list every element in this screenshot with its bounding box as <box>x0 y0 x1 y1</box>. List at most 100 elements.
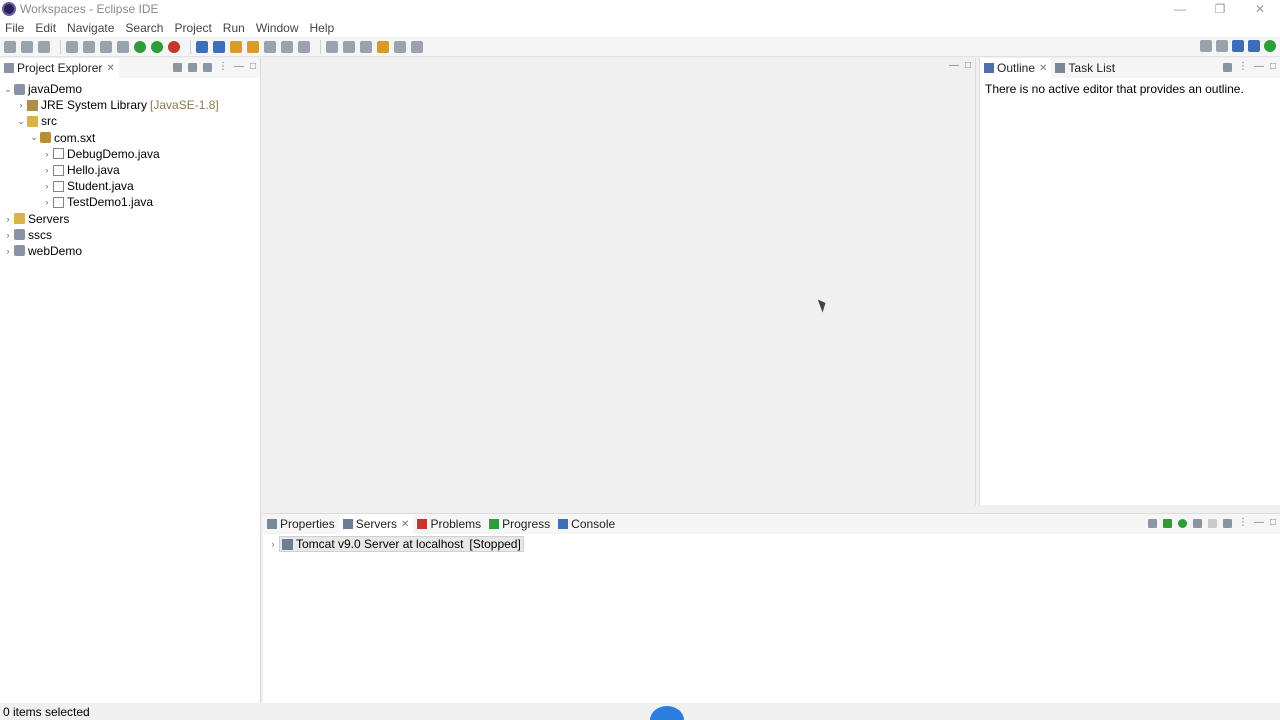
tab-problems[interactable]: Problems <box>413 514 485 534</box>
server-entry[interactable]: Tomcat v9.0 Server at localhost [Stopped… <box>279 536 524 552</box>
view-menu-icon[interactable]: ⋮ <box>218 61 228 73</box>
focus-icon[interactable] <box>1222 62 1232 72</box>
coverage-icon[interactable] <box>151 40 163 53</box>
last-edit-icon[interactable] <box>360 40 372 53</box>
new-class-icon[interactable] <box>230 40 242 53</box>
run-icon[interactable] <box>134 40 146 53</box>
project-tree: ⌄ javaDemo › JRE System Library [JavaSE-1.8]… <box>0 78 260 259</box>
globe-icon[interactable] <box>281 40 293 53</box>
tree-item[interactable]: › sscs <box>0 227 260 243</box>
new-icon[interactable] <box>4 40 16 53</box>
close-icon[interactable]: ✕ <box>401 519 409 530</box>
tab-outline[interactable]: Outline ✕ <box>980 58 1052 78</box>
editor-area-controls: — □ <box>943 60 971 72</box>
open-perspective-icon[interactable] <box>1216 40 1228 52</box>
debug-icon[interactable] <box>117 40 129 53</box>
tree-item[interactable]: ⌄ com.sxt <box>0 130 260 146</box>
filter-icon[interactable] <box>202 62 212 72</box>
tree-item[interactable]: › DebugDemo.java <box>0 146 260 162</box>
minimize-icon[interactable]: — <box>1254 517 1264 529</box>
view-menu-icon[interactable]: ⋮ <box>1238 61 1248 73</box>
pin-editor-icon[interactable] <box>411 40 423 53</box>
close-icon[interactable]: ✕ <box>1039 63 1047 74</box>
menu-run[interactable]: Run <box>223 21 245 35</box>
prev-annotation-icon[interactable] <box>343 40 355 53</box>
chevron-right-icon[interactable]: › <box>2 214 14 224</box>
chevron-right-icon[interactable]: › <box>267 539 279 549</box>
menu-edit[interactable]: Edit <box>35 21 56 35</box>
menu-window[interactable]: Window <box>256 21 299 35</box>
back-icon[interactable] <box>377 40 389 53</box>
link-with-editor-icon[interactable] <box>187 62 197 72</box>
server-icon[interactable] <box>298 40 310 53</box>
menu-navigate[interactable]: Navigate <box>67 21 114 35</box>
chevron-right-icon[interactable]: › <box>41 181 53 191</box>
start-server-icon[interactable] <box>1177 518 1187 528</box>
tree-item[interactable]: › Student.java <box>0 178 260 194</box>
maximize-icon[interactable]: □ <box>1270 61 1276 73</box>
debug-perspective-icon[interactable] <box>1264 40 1276 52</box>
search-toolbar-icon[interactable] <box>264 40 276 53</box>
skip-breakpoints-icon[interactable] <box>100 40 112 53</box>
forward-icon[interactable] <box>394 40 406 53</box>
profile-server-icon[interactable] <box>1192 518 1202 528</box>
chevron-right-icon[interactable]: › <box>41 165 53 175</box>
print-icon[interactable] <box>66 40 78 53</box>
save-all-icon[interactable] <box>38 40 50 53</box>
maximize-icon[interactable]: □ <box>1270 517 1276 529</box>
tree-item[interactable]: › Servers <box>0 211 260 227</box>
tree-item[interactable]: › webDemo <box>0 243 260 259</box>
tree-item[interactable]: › JRE System Library [JavaSE-1.8] <box>0 97 260 113</box>
minimize-button[interactable]: — <box>1160 0 1200 18</box>
tab-project-explorer[interactable]: Project Explorer ✕ <box>0 58 119 78</box>
outline-tab-label: Outline <box>997 61 1036 75</box>
new-package-icon[interactable] <box>213 40 225 53</box>
tab-console[interactable]: Console <box>554 514 619 534</box>
chevron-right-icon[interactable]: › <box>2 246 14 256</box>
tab-servers[interactable]: Servers ✕ <box>338 514 414 534</box>
server-name: Tomcat v9.0 Server at localhost <box>296 537 464 551</box>
chevron-down-icon[interactable]: ⌄ <box>15 116 27 127</box>
chevron-right-icon[interactable]: › <box>41 197 53 207</box>
tab-task-list[interactable]: Task List <box>1051 58 1119 78</box>
save-icon[interactable] <box>21 40 33 53</box>
close-button[interactable]: ✕ <box>1240 0 1280 18</box>
maximize-icon[interactable]: □ <box>250 61 256 73</box>
menu-help[interactable]: Help <box>310 21 335 35</box>
publish-icon[interactable] <box>1222 518 1232 528</box>
close-icon[interactable]: ✕ <box>106 63 114 74</box>
menu-search[interactable]: Search <box>125 21 163 35</box>
tab-properties[interactable]: Properties <box>263 514 339 534</box>
chevron-right-icon[interactable]: › <box>2 230 14 240</box>
search-icon[interactable] <box>1200 40 1212 52</box>
menu-project[interactable]: Project <box>174 21 211 35</box>
menu-file[interactable]: File <box>5 21 24 35</box>
tab-progress[interactable]: Progress <box>485 514 554 534</box>
java-ee-perspective-icon[interactable] <box>1232 40 1244 52</box>
minimize-icon[interactable]: — <box>1254 61 1264 73</box>
server-row[interactable]: › Tomcat v9.0 Server at localhost [Stopp… <box>263 534 1280 552</box>
open-type-icon[interactable] <box>247 40 259 53</box>
minimize-icon[interactable]: — <box>234 61 244 73</box>
chevron-right-icon[interactable]: › <box>15 100 27 110</box>
java-perspective-icon[interactable] <box>1248 40 1260 52</box>
external-tools-icon[interactable] <box>168 40 180 53</box>
chevron-down-icon[interactable]: ⌄ <box>2 84 14 95</box>
tree-item[interactable]: › TestDemo1.java <box>0 194 260 210</box>
build-icon[interactable] <box>83 40 95 53</box>
new-java-project-icon[interactable] <box>196 40 208 53</box>
chevron-right-icon[interactable]: › <box>41 149 53 159</box>
collapse-icon[interactable] <box>1147 518 1157 528</box>
minimize-icon[interactable]: — <box>949 60 959 72</box>
tree-item[interactable]: ⌄ javaDemo <box>0 81 260 97</box>
next-annotation-icon[interactable] <box>326 40 338 53</box>
collapse-all-icon[interactable] <box>172 62 182 72</box>
maximize-icon[interactable]: □ <box>965 60 971 72</box>
debug-server-icon[interactable] <box>1162 518 1172 528</box>
view-menu-icon[interactable]: ⋮ <box>1238 517 1248 529</box>
stop-server-icon[interactable] <box>1207 518 1217 528</box>
chevron-down-icon[interactable]: ⌄ <box>28 132 40 143</box>
tree-item[interactable]: ⌄ src <box>0 113 260 129</box>
restore-button[interactable]: ❐ <box>1200 0 1240 18</box>
tree-item[interactable]: › Hello.java <box>0 162 260 178</box>
